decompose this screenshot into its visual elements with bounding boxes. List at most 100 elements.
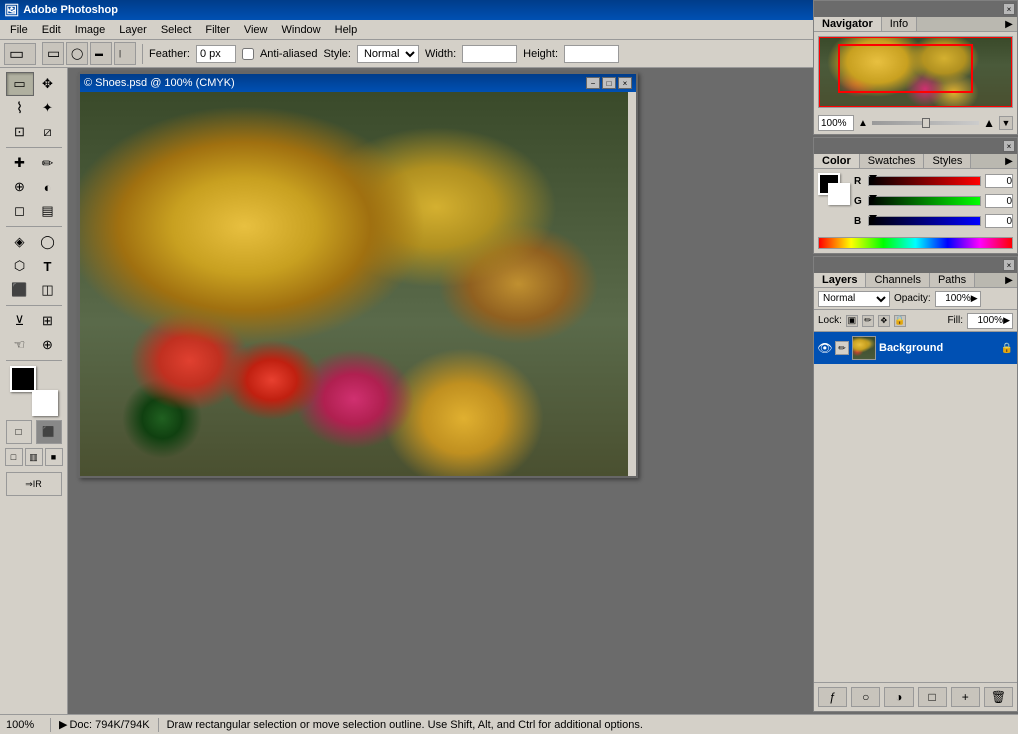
b-slider[interactable] bbox=[868, 216, 981, 226]
navigator-panel-arrow[interactable]: ▶ bbox=[1001, 17, 1017, 31]
lock-image-button[interactable]: ✏ bbox=[862, 315, 874, 327]
g-value-input[interactable] bbox=[985, 194, 1013, 208]
feather-input[interactable] bbox=[196, 45, 236, 63]
fill-value[interactable]: 100% ▶ bbox=[967, 313, 1013, 329]
menu-file[interactable]: File bbox=[4, 22, 34, 38]
shape-tool[interactable]: ⬛ bbox=[6, 278, 34, 302]
layers-tab[interactable]: Layers bbox=[814, 273, 866, 287]
menu-layer[interactable]: Layer bbox=[113, 22, 153, 38]
marquee-tool[interactable]: ▭ bbox=[6, 72, 34, 96]
menu-help[interactable]: Help bbox=[329, 22, 364, 38]
nav-zoom-input[interactable] bbox=[818, 115, 854, 131]
fill-arrow[interactable]: ▶ bbox=[1003, 315, 1010, 326]
layer-visibility-icon[interactable]: 👁 bbox=[818, 341, 832, 355]
menu-filter[interactable]: Filter bbox=[199, 22, 235, 38]
gradient-tool[interactable]: ▤ bbox=[34, 199, 62, 223]
color-panel-arrow[interactable]: ▶ bbox=[1001, 154, 1017, 168]
healing-tool[interactable]: ✚ bbox=[6, 151, 34, 175]
hand-tool[interactable]: ☜ bbox=[6, 333, 34, 357]
background-swatch[interactable] bbox=[828, 183, 850, 205]
feather-label: Feather: bbox=[149, 48, 190, 60]
color-spectrum[interactable] bbox=[818, 237, 1013, 249]
navigator-panel-close[interactable]: × bbox=[1003, 3, 1015, 15]
fullscreen-button[interactable]: ■ bbox=[45, 448, 63, 466]
lasso-tool[interactable]: ⌇ bbox=[6, 96, 34, 120]
info-tab[interactable]: Info bbox=[882, 17, 917, 31]
eraser-tool[interactable]: ◻ bbox=[6, 199, 34, 223]
r-slider[interactable] bbox=[868, 176, 981, 186]
layer-edit-icon[interactable]: ✏ bbox=[835, 341, 849, 355]
style-select[interactable]: Normal bbox=[357, 45, 419, 63]
magic-wand-tool[interactable]: ✦ bbox=[34, 96, 62, 120]
nav-viewport-box bbox=[838, 44, 973, 93]
nav-scroll-button[interactable]: ▼ bbox=[999, 116, 1013, 130]
fullscreen-menu-button[interactable]: ▥ bbox=[25, 448, 43, 466]
doc-minimize-button[interactable]: − bbox=[586, 77, 600, 89]
color-panel-close[interactable]: × bbox=[1003, 140, 1015, 152]
blend-mode-select[interactable]: Normal bbox=[818, 291, 890, 307]
opacity-arrow[interactable]: ▶ bbox=[971, 293, 978, 304]
document-canvas[interactable] bbox=[80, 92, 628, 476]
crop-tool[interactable]: ⊡ bbox=[6, 120, 34, 144]
color-tab[interactable]: Color bbox=[814, 154, 860, 168]
notes-tool[interactable]: ◫ bbox=[34, 278, 62, 302]
brush-tool[interactable]: ✏ bbox=[34, 151, 62, 175]
styles-tab[interactable]: Styles bbox=[924, 154, 971, 168]
history-brush-tool[interactable]: ◐ bbox=[34, 175, 62, 199]
paths-tab[interactable]: Paths bbox=[930, 273, 975, 287]
lock-position-button[interactable]: ✥ bbox=[878, 315, 890, 327]
path-tool[interactable]: ⬡ bbox=[6, 254, 34, 278]
single-col-button[interactable]: | bbox=[114, 42, 136, 65]
zoom-slider-thumb[interactable] bbox=[922, 118, 930, 128]
r-value-input[interactable] bbox=[985, 174, 1013, 188]
background-color[interactable] bbox=[32, 390, 58, 416]
anti-aliased-checkbox[interactable] bbox=[242, 48, 254, 60]
menu-view[interactable]: View bbox=[238, 22, 274, 38]
move-tool[interactable]: ✥ bbox=[34, 72, 62, 96]
layers-panel-arrow[interactable]: ▶ bbox=[1001, 273, 1017, 287]
opacity-value[interactable]: 100% ▶ bbox=[935, 291, 981, 307]
single-row-button[interactable]: ▬ bbox=[90, 42, 112, 65]
new-layer-button[interactable]: + bbox=[951, 687, 980, 707]
g-slider[interactable] bbox=[868, 196, 981, 206]
standard-mode-button[interactable]: □ bbox=[6, 420, 32, 444]
channels-tab[interactable]: Channels bbox=[866, 273, 929, 287]
layer-mask-button[interactable]: ○ bbox=[851, 687, 880, 707]
tool-preset-button[interactable]: ▭ bbox=[4, 43, 36, 65]
layer-styles-button[interactable]: ƒ bbox=[818, 687, 847, 707]
layers-panel-close[interactable]: × bbox=[1003, 259, 1015, 271]
measure-tool[interactable]: ⊞ bbox=[34, 309, 62, 333]
blur-tool[interactable]: ◈ bbox=[6, 230, 34, 254]
zoom-slider[interactable] bbox=[872, 121, 979, 125]
swatches-tab[interactable]: Swatches bbox=[860, 154, 925, 168]
dodge-tool[interactable]: ◯ bbox=[34, 230, 62, 254]
menu-edit[interactable]: Edit bbox=[36, 22, 67, 38]
navigator-tab[interactable]: Navigator bbox=[814, 17, 882, 31]
clone-tool[interactable]: ⊕ bbox=[6, 175, 34, 199]
text-tool[interactable]: T bbox=[34, 254, 62, 278]
status-doc-area[interactable]: ▶ Doc: 794K/794K bbox=[59, 718, 150, 731]
height-input[interactable] bbox=[564, 45, 619, 63]
lock-transparency-button[interactable]: ▣ bbox=[846, 315, 858, 327]
menu-image[interactable]: Image bbox=[69, 22, 112, 38]
lock-all-button[interactable]: 🔒 bbox=[894, 315, 906, 327]
layer-group-button[interactable]: □ bbox=[918, 687, 947, 707]
jump-to-imageready-button[interactable]: ⇒IR bbox=[6, 472, 62, 496]
doc-maximize-button[interactable]: □ bbox=[602, 77, 616, 89]
delete-layer-button[interactable]: 🗑 bbox=[984, 687, 1013, 707]
eyedropper-tool[interactable]: ⊻ bbox=[6, 309, 34, 333]
foreground-color[interactable] bbox=[10, 366, 36, 392]
slice-tool[interactable]: ⧄ bbox=[34, 120, 62, 144]
layer-adjustment-button[interactable]: ◑ bbox=[884, 687, 913, 707]
rect-marquee-button[interactable]: ▭ bbox=[42, 42, 64, 65]
zoom-tool[interactable]: ⊕ bbox=[34, 333, 62, 357]
quick-mask-button[interactable]: ⬛ bbox=[36, 420, 62, 444]
standard-screen-button[interactable]: □ bbox=[5, 448, 23, 466]
menu-select[interactable]: Select bbox=[155, 22, 198, 38]
width-input[interactable] bbox=[462, 45, 517, 63]
oval-marquee-button[interactable]: ◯ bbox=[66, 42, 88, 65]
doc-close-button[interactable]: × bbox=[618, 77, 632, 89]
menu-window[interactable]: Window bbox=[276, 22, 327, 38]
background-layer-row[interactable]: 👁 ✏ Background 🔒 bbox=[814, 332, 1017, 364]
b-value-input[interactable] bbox=[985, 214, 1013, 228]
